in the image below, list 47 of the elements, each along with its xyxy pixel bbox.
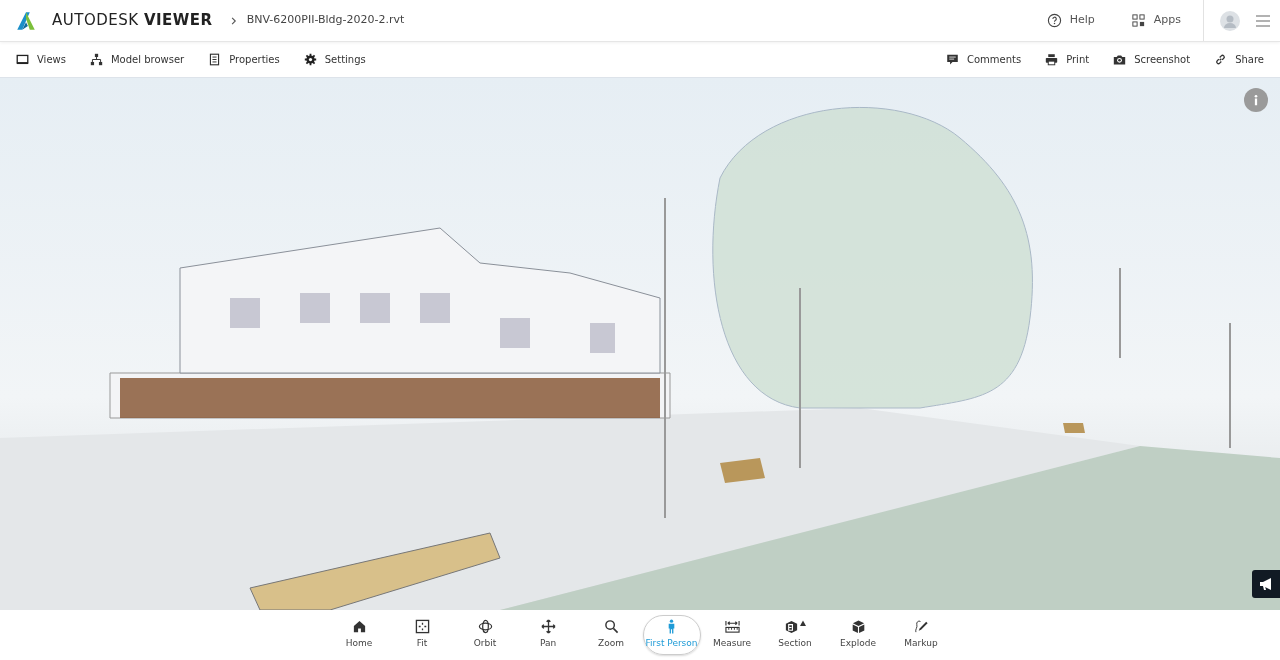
logo-icon [16, 10, 36, 31]
ruler-icon [724, 619, 740, 635]
section-cube-icon [783, 619, 799, 635]
megaphone-icon [1258, 576, 1274, 592]
orbit-icon [477, 619, 493, 635]
tree-toolbar-button[interactable]: Model browser [89, 52, 185, 67]
help-icon [1046, 13, 1062, 28]
monitor-icon [16, 53, 29, 66]
apps-icon [1130, 13, 1146, 28]
camera-icon [1113, 53, 1127, 66]
printer-icon [1045, 53, 1059, 66]
cube-icon [850, 619, 866, 635]
search-icon [603, 619, 619, 635]
help-link[interactable]: Help [1040, 11, 1101, 30]
home-icon [351, 619, 367, 635]
caret-icon [798, 619, 807, 628]
hierarchy-icon [89, 53, 103, 66]
views-toolbar-button[interactable]: Views [16, 52, 66, 67]
pan-tool-button[interactable]: Pan [516, 615, 580, 655]
info-button[interactable] [1244, 88, 1268, 112]
settings-icon [303, 53, 317, 66]
move-icon [540, 619, 556, 635]
properties-toolbar-button[interactable]: Properties [208, 52, 280, 67]
markup-tool-button[interactable]: Markup [889, 615, 953, 655]
comments-toolbar-button[interactable]: Comments [945, 52, 1022, 67]
apps-link[interactable]: Apps [1124, 11, 1187, 30]
orbit-tool-button[interactable]: Orbit [453, 615, 517, 655]
measure-tool-button[interactable]: Measure [700, 615, 764, 655]
zoom-tool-button[interactable]: Zoom [579, 615, 643, 655]
brand-name: AUTODESK VIEWER [52, 10, 213, 32]
explode-tool-button[interactable]: Explode [826, 615, 890, 655]
section-tool-button[interactable]: Section [763, 615, 827, 655]
fit-icon [414, 619, 430, 635]
link-icon [1214, 53, 1228, 66]
file-name: BNV-6200PII-Bldg-2020-2.rvt [246, 12, 405, 29]
print-toolbar-button[interactable]: Print [1045, 52, 1090, 67]
settings-toolbar-button[interactable]: Settings [303, 52, 366, 67]
camera-toolbar-button[interactable]: Screenshot [1113, 52, 1191, 67]
menu-icon[interactable] [1256, 14, 1270, 27]
pencil-icon [913, 619, 929, 635]
comment-icon [945, 53, 959, 66]
fit-tool-button[interactable]: Fit [390, 615, 454, 655]
avatar-icon[interactable] [1220, 10, 1240, 31]
home-tool-button[interactable]: Home [327, 615, 391, 655]
announcement-button[interactable] [1252, 570, 1280, 598]
document-icon [208, 53, 222, 66]
link-toolbar-button[interactable]: Share [1214, 52, 1264, 67]
